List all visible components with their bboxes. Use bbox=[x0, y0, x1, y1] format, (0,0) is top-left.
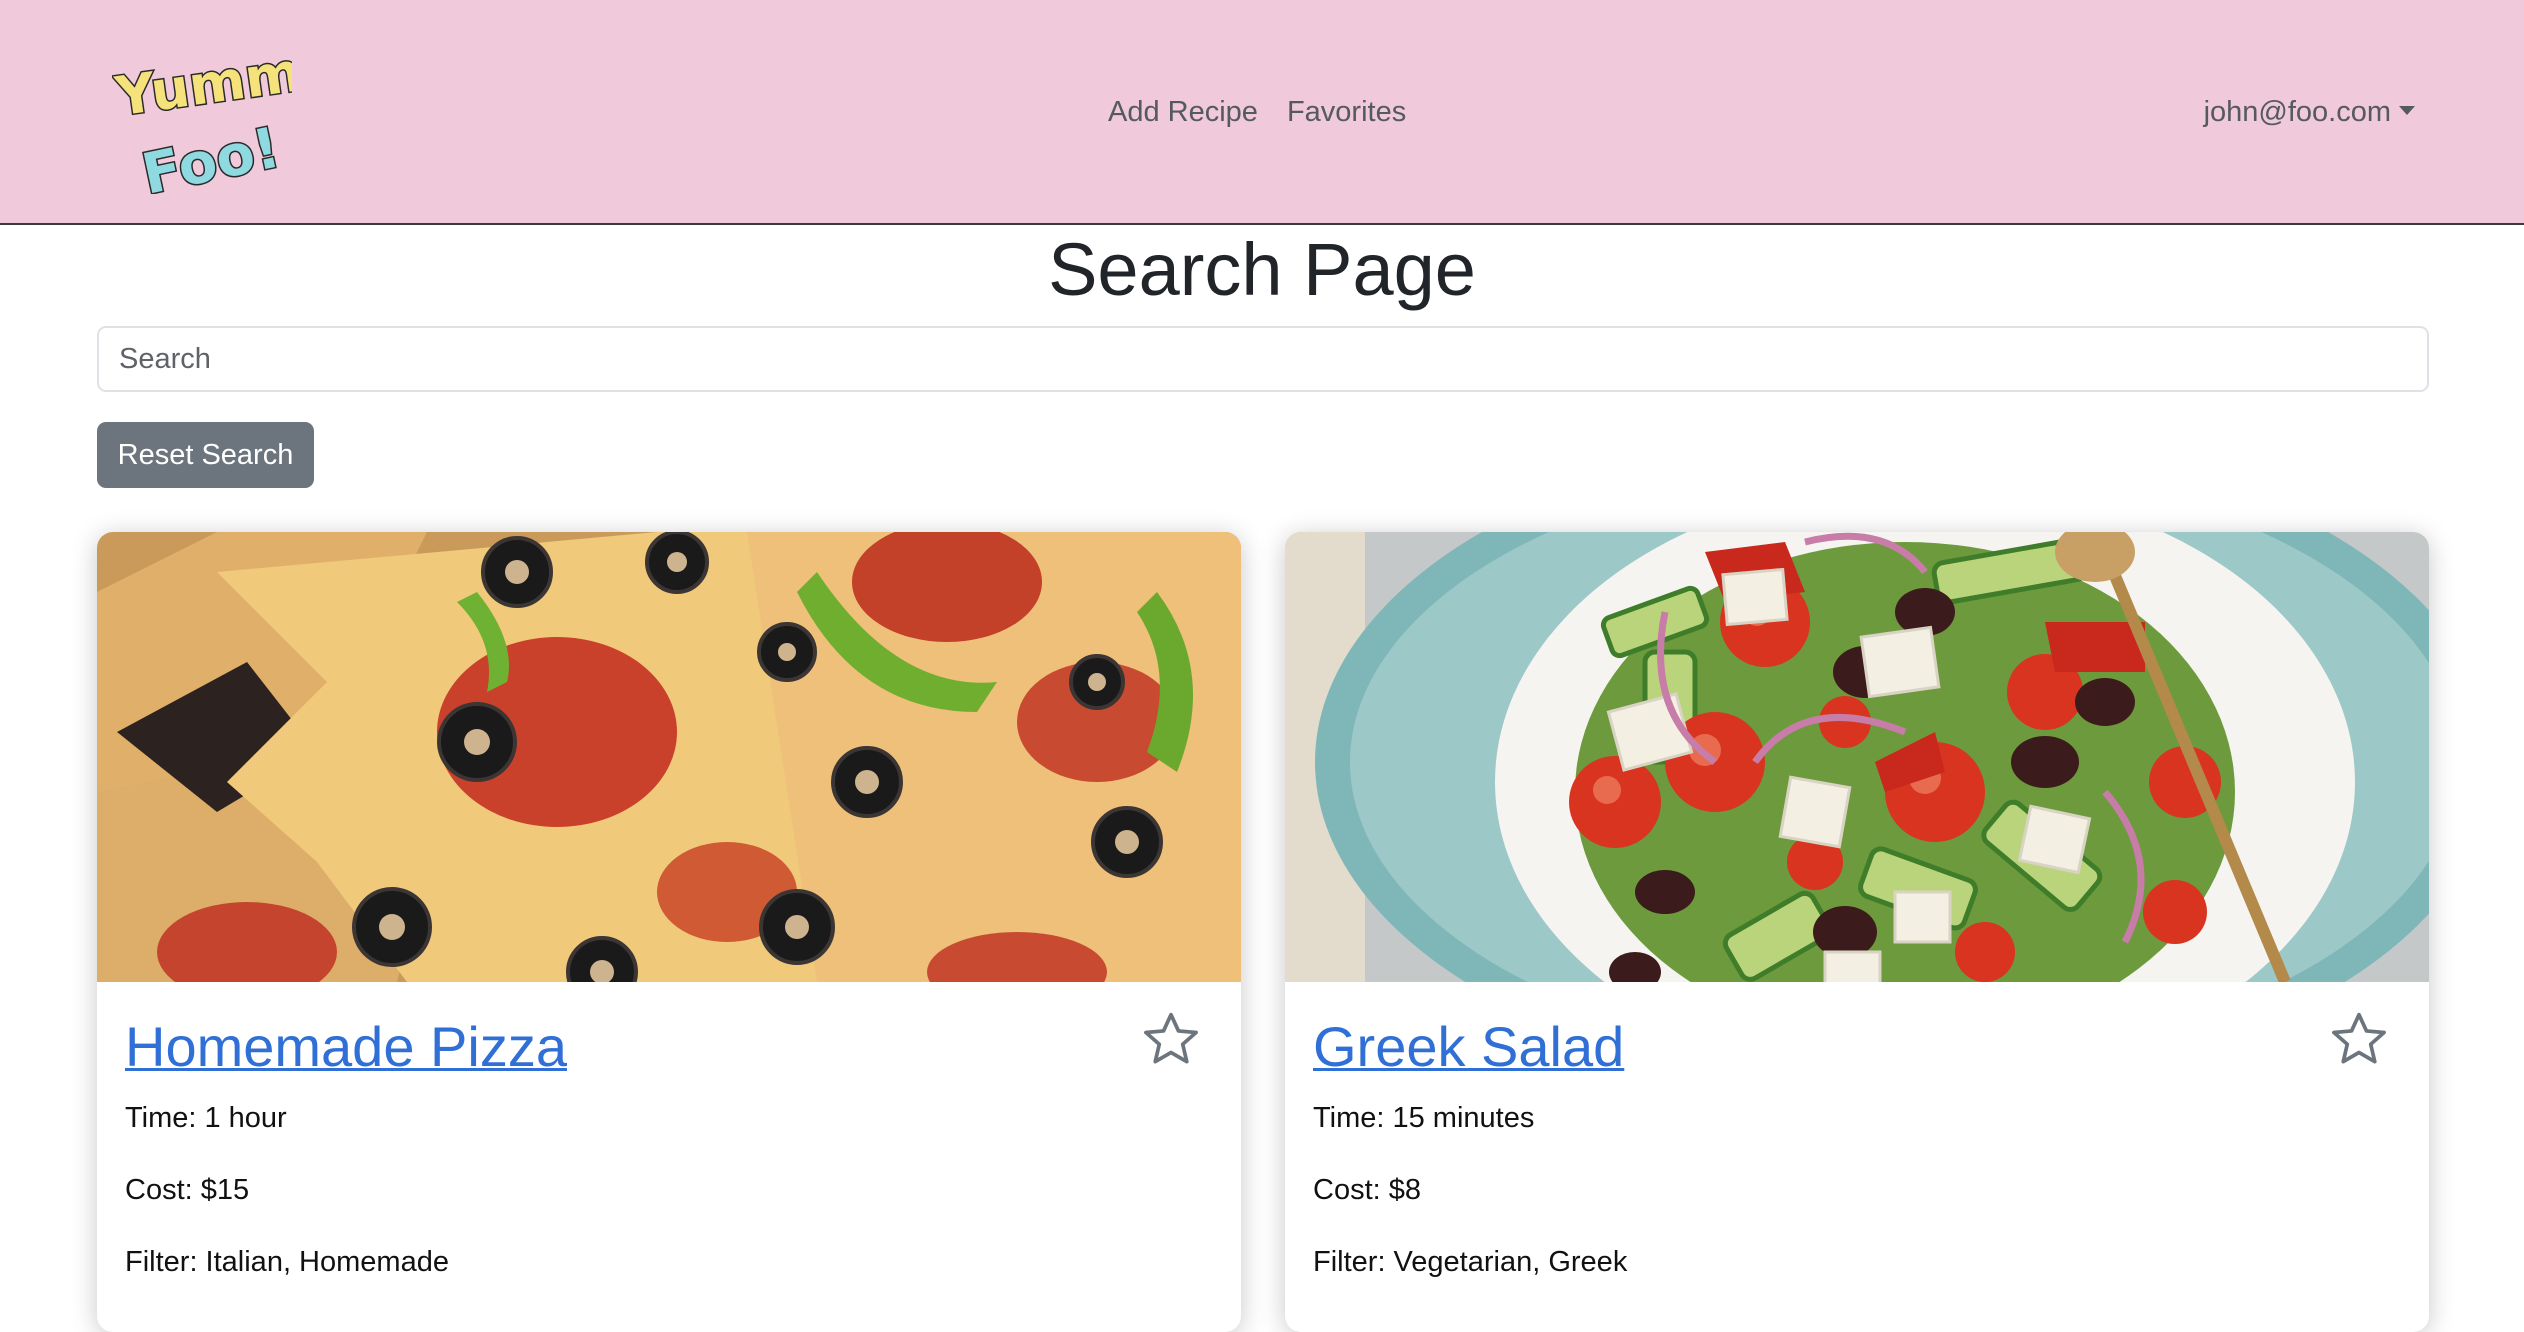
recipe-time: Time: 15 minutes bbox=[1313, 1102, 1535, 1134]
user-dropdown[interactable]: john@foo.com bbox=[2204, 0, 2415, 225]
reset-search-button[interactable]: Reset Search bbox=[97, 422, 314, 488]
recipe-card: Greek Salad Time: 15 minutes Cost: $8 Fi… bbox=[1285, 532, 2429, 1332]
svg-text:Foo!: Foo! bbox=[137, 115, 286, 194]
pizza-photo[interactable] bbox=[97, 532, 1241, 982]
yummy-foo-logo[interactable]: Yummy Foo! bbox=[109, 34, 341, 210]
svg-text:Yummy: Yummy bbox=[112, 42, 292, 129]
recipe-filter: Filter: Italian, Homemade bbox=[125, 1246, 449, 1278]
favorite-star-icon[interactable] bbox=[1139, 1008, 1203, 1072]
caret-down-icon bbox=[2399, 106, 2415, 115]
recipe-title-link[interactable]: Greek Salad bbox=[1313, 1012, 1624, 1082]
user-email: john@foo.com bbox=[2203, 96, 2391, 128]
recipe-time: Time: 1 hour bbox=[125, 1102, 287, 1134]
recipe-cost: Cost: $8 bbox=[1313, 1174, 1421, 1206]
recipe-filter: Filter: Vegetarian, Greek bbox=[1313, 1246, 1628, 1278]
search-input[interactable] bbox=[97, 326, 2429, 392]
recipe-title-link[interactable]: Homemade Pizza bbox=[125, 1012, 567, 1082]
favorite-star-icon[interactable] bbox=[2327, 1008, 2391, 1072]
nav-favorites[interactable]: Favorites bbox=[1287, 96, 1406, 129]
recipe-cost: Cost: $15 bbox=[125, 1174, 250, 1206]
navbar: Yummy Foo! Add Recipe Favorites john@foo… bbox=[0, 0, 2524, 225]
recipe-card: Homemade Pizza Time: 1 hour Cost: $15 Fi… bbox=[97, 532, 1241, 1332]
nav-add-recipe[interactable]: Add Recipe bbox=[1108, 96, 1258, 129]
greek-salad-photo[interactable] bbox=[1285, 532, 2429, 982]
main-nav: Add Recipe Favorites bbox=[1108, 0, 1435, 225]
page-title: Search Page bbox=[1048, 228, 1476, 311]
